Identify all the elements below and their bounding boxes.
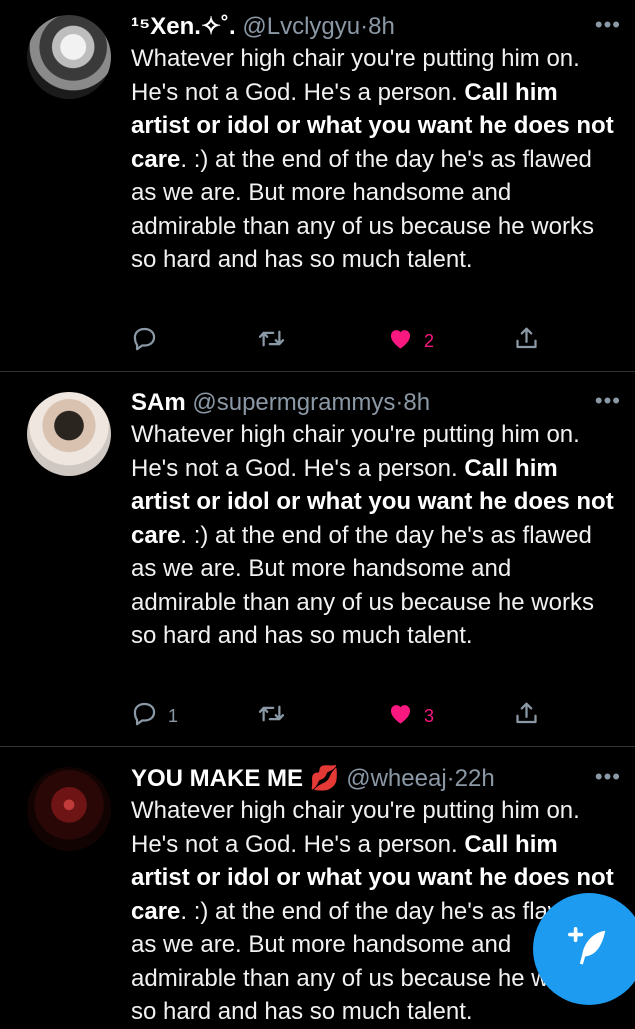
tweet-text: Whatever high chair you're putting him o…: [131, 42, 621, 277]
tweet-text-part: . :) at the end of the day he's as flawe…: [131, 521, 594, 650]
retweet-button[interactable]: [258, 326, 285, 356]
reply-count: 1: [168, 705, 179, 726]
tweet-header: SAm @supermgrammys·8h: [131, 388, 430, 418]
timestamp[interactable]: 8h: [403, 389, 430, 416]
like-icon: [387, 700, 414, 732]
like-button[interactable]: 3: [387, 701, 434, 731]
more-options-icon[interactable]: •••: [595, 766, 621, 788]
tweet[interactable]: ¹⁵Xen.✧˚. @Lvclygyu·8h ••• Whatever high…: [0, 12, 635, 372]
reply-button[interactable]: [131, 326, 168, 356]
display-name[interactable]: YOU MAKE ME 💋: [131, 765, 340, 792]
avatar[interactable]: [27, 15, 111, 99]
more-options-icon[interactable]: •••: [595, 390, 621, 412]
share-button[interactable]: [513, 326, 540, 356]
tweet[interactable]: YOU MAKE ME 💋 @wheeaj·22h ••• Whatever h…: [0, 764, 635, 1026]
retweet-icon: [258, 700, 285, 732]
share-icon: [513, 700, 540, 732]
tweet-header: YOU MAKE ME 💋 @wheeaj·22h: [131, 764, 495, 794]
timestamp[interactable]: 8h: [368, 13, 395, 40]
reply-icon: [131, 700, 158, 732]
like-button[interactable]: 2: [387, 326, 434, 356]
display-name[interactable]: ¹⁵Xen.✧˚.: [131, 13, 236, 40]
tweet-actions: 1 3: [131, 701, 561, 731]
compose-icon: [566, 924, 612, 975]
avatar[interactable]: [27, 767, 111, 851]
timestamp[interactable]: 22h: [455, 765, 495, 792]
share-icon: [513, 325, 540, 357]
compose-tweet-button[interactable]: [533, 893, 635, 1005]
retweet-icon: [258, 325, 285, 357]
separator: ·: [360, 13, 369, 40]
tweet-text-part: . :) at the end of the day he's as flawe…: [131, 145, 594, 274]
tweet-divider: [0, 371, 635, 372]
retweet-button[interactable]: [258, 701, 285, 731]
reply-icon: [131, 325, 158, 357]
avatar[interactable]: [27, 392, 111, 476]
separator: ·: [446, 765, 455, 792]
tweet-text-part: . :) at the end of the day he's as flawe…: [131, 897, 594, 1026]
user-handle[interactable]: @supermgrammys: [192, 389, 395, 416]
more-options-icon[interactable]: •••: [595, 14, 621, 36]
tweet-text: Whatever high chair you're putting him o…: [131, 418, 621, 653]
tweet-header: ¹⁵Xen.✧˚. @Lvclygyu·8h: [131, 12, 395, 42]
reply-button[interactable]: 1: [131, 701, 178, 731]
like-count: 3: [424, 705, 435, 726]
user-handle[interactable]: @Lvclygyu: [242, 13, 360, 40]
share-button[interactable]: [513, 701, 540, 731]
tweet-actions: 2: [131, 326, 561, 356]
like-icon: [387, 325, 414, 357]
display-name[interactable]: SAm: [131, 389, 186, 416]
like-count: 2: [424, 330, 435, 351]
user-handle[interactable]: @wheeaj: [346, 765, 446, 792]
tweet-divider: [0, 746, 635, 747]
tweet[interactable]: SAm @supermgrammys·8h ••• Whatever high …: [0, 388, 635, 748]
